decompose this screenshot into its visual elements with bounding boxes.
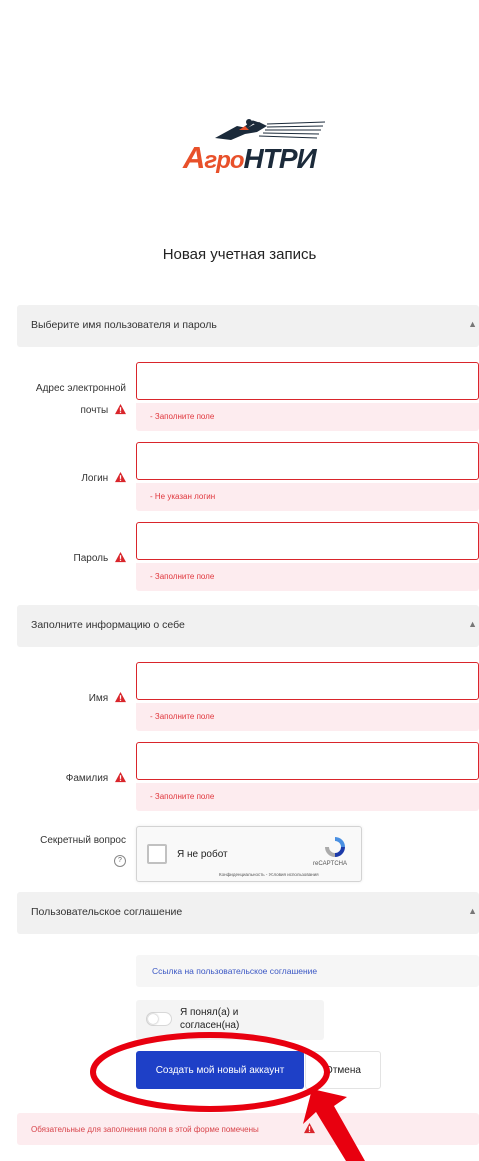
first-name-error: - Заполните поле [136, 703, 479, 731]
question-circle-icon[interactable]: ? [114, 855, 126, 867]
first-name-field[interactable] [136, 662, 479, 700]
first-name-label-text: Имя [88, 693, 109, 704]
email-error: - Заполните поле [136, 403, 479, 431]
chevron-up-icon: ▲ [468, 906, 477, 916]
password-error: - Заполните поле [136, 563, 479, 591]
cancel-button[interactable]: Отмена [305, 1051, 381, 1089]
email-label-line2: почты [80, 405, 109, 416]
warning-icon [115, 552, 126, 563]
create-account-button[interactable]: Создать мой новый аккаунт [136, 1051, 304, 1089]
last-name-error: - Заполните поле [136, 783, 479, 811]
logo-text-gro: гро [204, 147, 244, 174]
login-label: Логин [16, 468, 126, 490]
logo-text-ntri: НТРИ [243, 143, 317, 174]
last-name-label-text: Фамилия [65, 773, 109, 784]
logo-text-a: А [183, 140, 205, 175]
section-agreement-header[interactable]: Пользовательское соглашение ▲ [17, 892, 479, 934]
chevron-up-icon: ▲ [468, 319, 477, 329]
page-title: Новая учетная запись [162, 246, 317, 263]
last-name-field[interactable] [136, 742, 479, 780]
section-about-label: Заполните информацию о себе [31, 619, 185, 631]
secret-question-label: Секретный вопрос [16, 834, 126, 848]
first-name-error-text: - Заполните поле [150, 712, 215, 721]
required-fields-note: Обязательные для заполнения поля в этой … [17, 1113, 479, 1145]
password-field[interactable] [136, 522, 479, 560]
warning-icon [115, 772, 126, 783]
agronti-logo: АгроНТРИ [175, 112, 335, 184]
required-fields-text: Обязательные для заполнения поля в этой … [31, 1125, 259, 1134]
first-name-label: Имя [16, 688, 126, 710]
login-field[interactable] [136, 442, 479, 480]
section-credentials-label: Выберите имя пользователя и пароль [31, 319, 217, 331]
login-error-text: - Не указан логин [150, 492, 216, 501]
consent-line1: Я понял(а) и [180, 1007, 239, 1018]
warning-icon [304, 1123, 315, 1134]
last-name-error-text: - Заполните поле [150, 792, 215, 801]
consent-line2: согласен(на) [180, 1020, 240, 1031]
consent-toggle[interactable] [146, 1012, 172, 1026]
chevron-up-icon: ▲ [468, 619, 477, 629]
warning-icon [115, 692, 126, 703]
agreement-link[interactable]: Ссылка на пользовательское соглашение [152, 966, 317, 976]
email-label-line1: Адрес электронной [35, 383, 126, 394]
recaptcha-brand: reCAPTCHA [313, 861, 348, 867]
warning-icon [115, 404, 126, 415]
email-label: Адрес электронной почты [16, 378, 126, 422]
consent-box: Я понял(а) и согласен(на) [136, 1000, 324, 1040]
login-error: - Не указан логин [136, 483, 479, 511]
recaptcha-widget: Я не робот reCAPTCHA Конфиденциальность … [136, 826, 362, 882]
agreement-link-box: Ссылка на пользовательское соглашение [136, 955, 479, 987]
recaptcha-terms[interactable]: Конфиденциальность - Условия использован… [219, 872, 319, 877]
warning-icon [115, 472, 126, 483]
secret-question-label-text: Секретный вопрос [40, 835, 126, 846]
recaptcha-label: Я не робот [177, 849, 228, 860]
recaptcha-checkbox[interactable] [147, 844, 167, 864]
recaptcha-icon [325, 837, 345, 857]
password-label-text: Пароль [73, 553, 109, 564]
password-label: Пароль [16, 548, 126, 570]
password-error-text: - Заполните поле [150, 572, 215, 581]
section-about-header[interactable]: Заполните информацию о себе ▲ [17, 605, 479, 647]
email-error-text: - Заполните поле [150, 412, 215, 421]
consent-text: Я понял(а) и согласен(на) [180, 1006, 270, 1032]
section-agreement-label: Пользовательское соглашение [31, 906, 183, 918]
email-field[interactable] [136, 362, 479, 400]
section-credentials-header[interactable]: Выберите имя пользователя и пароль ▲ [17, 305, 479, 347]
last-name-label: Фамилия [16, 768, 126, 790]
login-label-text: Логин [81, 473, 109, 484]
